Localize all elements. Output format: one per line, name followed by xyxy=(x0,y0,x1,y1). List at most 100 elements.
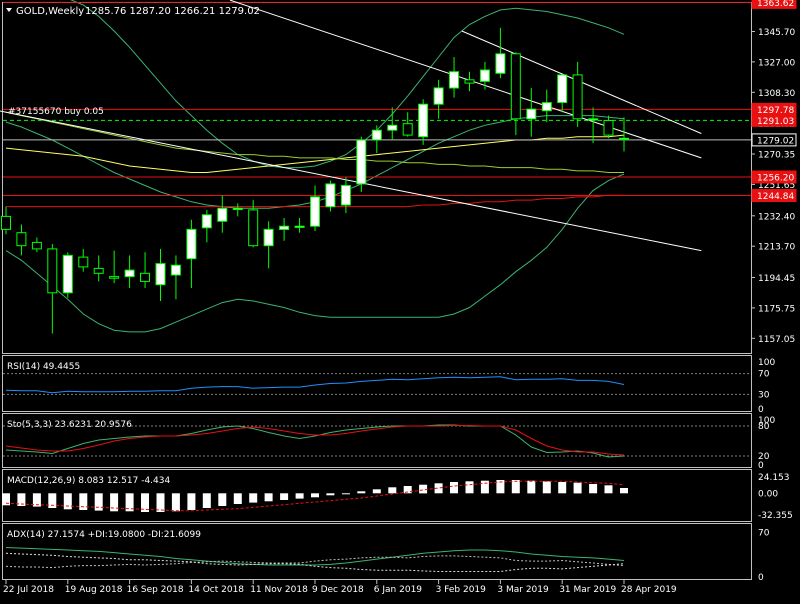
symbol-label: GOLD,Weekly xyxy=(16,6,84,17)
candle-body xyxy=(310,196,320,227)
macd-bar xyxy=(357,491,366,494)
candle-body xyxy=(93,267,104,274)
candle-body xyxy=(356,139,367,185)
price-tag-label: 1244.84 xyxy=(757,192,794,202)
macd-bar xyxy=(573,482,582,494)
y-tick-label: 1308.30 xyxy=(758,89,795,99)
candle-body xyxy=(31,241,42,250)
macd-bar xyxy=(295,493,304,499)
candle-body xyxy=(479,69,490,82)
macd-bar xyxy=(326,493,335,496)
macd-bar xyxy=(171,493,180,512)
x-tick-label: 11 Nov 2018 xyxy=(250,585,308,595)
candle-body xyxy=(495,53,506,74)
macd-bar xyxy=(187,493,196,510)
y-tick-label: 1232.40 xyxy=(758,212,795,222)
macd-bar xyxy=(620,488,628,494)
macd-bar xyxy=(604,485,613,494)
macd-bar xyxy=(450,482,458,494)
candle-body xyxy=(232,207,243,211)
y-tick-label: -32.355 xyxy=(758,511,793,521)
candle-body xyxy=(140,272,150,282)
candle-body xyxy=(124,269,135,278)
macd-bar xyxy=(264,493,273,502)
macd-bar xyxy=(465,481,474,494)
candle-body xyxy=(155,263,166,286)
macd-bar xyxy=(511,480,520,494)
macd-bar xyxy=(218,493,227,506)
x-tick-label: 19 Aug 2018 xyxy=(65,585,123,595)
candle-body xyxy=(62,254,73,294)
y-tick-label: 1270.35 xyxy=(758,151,795,161)
price-tag-label: 1291.03 xyxy=(757,117,794,127)
x-tick-label: 3 Mar 2019 xyxy=(497,585,549,595)
x-tick-label: 9 Dec 2018 xyxy=(312,585,364,595)
candle-body xyxy=(263,228,274,247)
y-tick-label: 1327.00 xyxy=(758,58,795,68)
candle-body xyxy=(201,214,212,229)
x-tick-label: 14 Oct 2018 xyxy=(188,585,244,595)
macd-bar xyxy=(156,493,165,512)
chart-background xyxy=(0,0,800,600)
candle xyxy=(62,252,73,298)
macd-bar xyxy=(94,493,103,511)
candle-body xyxy=(541,102,552,112)
candle-body xyxy=(217,207,228,222)
macd-bar xyxy=(372,489,381,494)
macd-bar xyxy=(527,480,536,494)
candle-body xyxy=(433,87,444,105)
candle-body xyxy=(325,183,336,208)
y-tick-label: 0 xyxy=(758,405,764,415)
candle-body xyxy=(464,79,475,84)
candle-body xyxy=(170,264,181,276)
candle-body xyxy=(402,123,413,136)
candle-body xyxy=(78,256,89,268)
candle-body xyxy=(109,276,120,279)
macd-bar xyxy=(249,493,258,503)
candle xyxy=(325,180,336,212)
y-tick-label: 100 xyxy=(758,358,775,368)
y-tick-label: 1345.70 xyxy=(758,28,795,38)
macd-bar xyxy=(79,493,88,510)
x-tick-label: 28 Apr 2019 xyxy=(621,585,677,595)
y-tick-label: 1213.70 xyxy=(758,243,795,253)
candle-body xyxy=(1,215,11,230)
y-tick-label: 24.153 xyxy=(758,473,790,483)
candle xyxy=(356,136,367,192)
price-tag-label: 1256.20 xyxy=(757,174,794,184)
candle-body xyxy=(387,124,398,131)
macd-bar xyxy=(341,493,350,495)
candle-body xyxy=(16,232,27,247)
ohlc-values: 1285.76 1287.20 1266.21 1279.02 xyxy=(85,6,260,17)
y-tick-label: 1175.75 xyxy=(758,304,795,314)
price-tag-label: 1363.62 xyxy=(757,0,794,9)
rsi-title: RSI(14) 49.4455 xyxy=(7,362,80,372)
macd-bar xyxy=(202,493,211,508)
macd-bar xyxy=(589,484,598,494)
candle-body xyxy=(619,137,629,141)
x-tick-label: 16 Sep 2018 xyxy=(127,585,184,595)
candle-body xyxy=(557,74,568,104)
candle-body xyxy=(371,129,382,141)
adx-title: ADX(14) 27.1574 +DI:19.0800 -DI:21.6099 xyxy=(7,530,201,540)
y-tick-label: 0 xyxy=(758,573,764,583)
macd-bar xyxy=(311,493,319,498)
y-tick-label: 1194.45 xyxy=(758,274,795,284)
chart-canvas[interactable]: GOLD,Weekly 1285.76 1287.20 1266.21 1279… xyxy=(0,0,800,600)
price-tag-label: 1279.02 xyxy=(757,136,794,146)
y-tick-label: 80 xyxy=(758,422,770,432)
x-tick-label: 6 Jan 2019 xyxy=(374,585,422,595)
candle-body xyxy=(449,71,459,89)
candle-body xyxy=(526,108,537,120)
x-tick-label: 3 Feb 2019 xyxy=(436,585,487,595)
y-tick-label: 0 xyxy=(758,461,764,471)
macd-bar xyxy=(280,493,289,500)
trading-chart[interactable]: GOLD,Weekly 1285.76 1287.20 1266.21 1279… xyxy=(0,0,800,600)
x-tick-label: 22 Jul 2018 xyxy=(3,585,54,595)
stoch-title: Sto(5,3,3) 23.6231 20.9576 xyxy=(7,420,132,430)
order-label[interactable]: #37155670 buy 0.05 xyxy=(8,107,104,117)
macd-bar xyxy=(542,481,551,494)
candle-body xyxy=(588,118,599,121)
macd-bar xyxy=(388,487,397,494)
macd-bar xyxy=(480,480,489,494)
